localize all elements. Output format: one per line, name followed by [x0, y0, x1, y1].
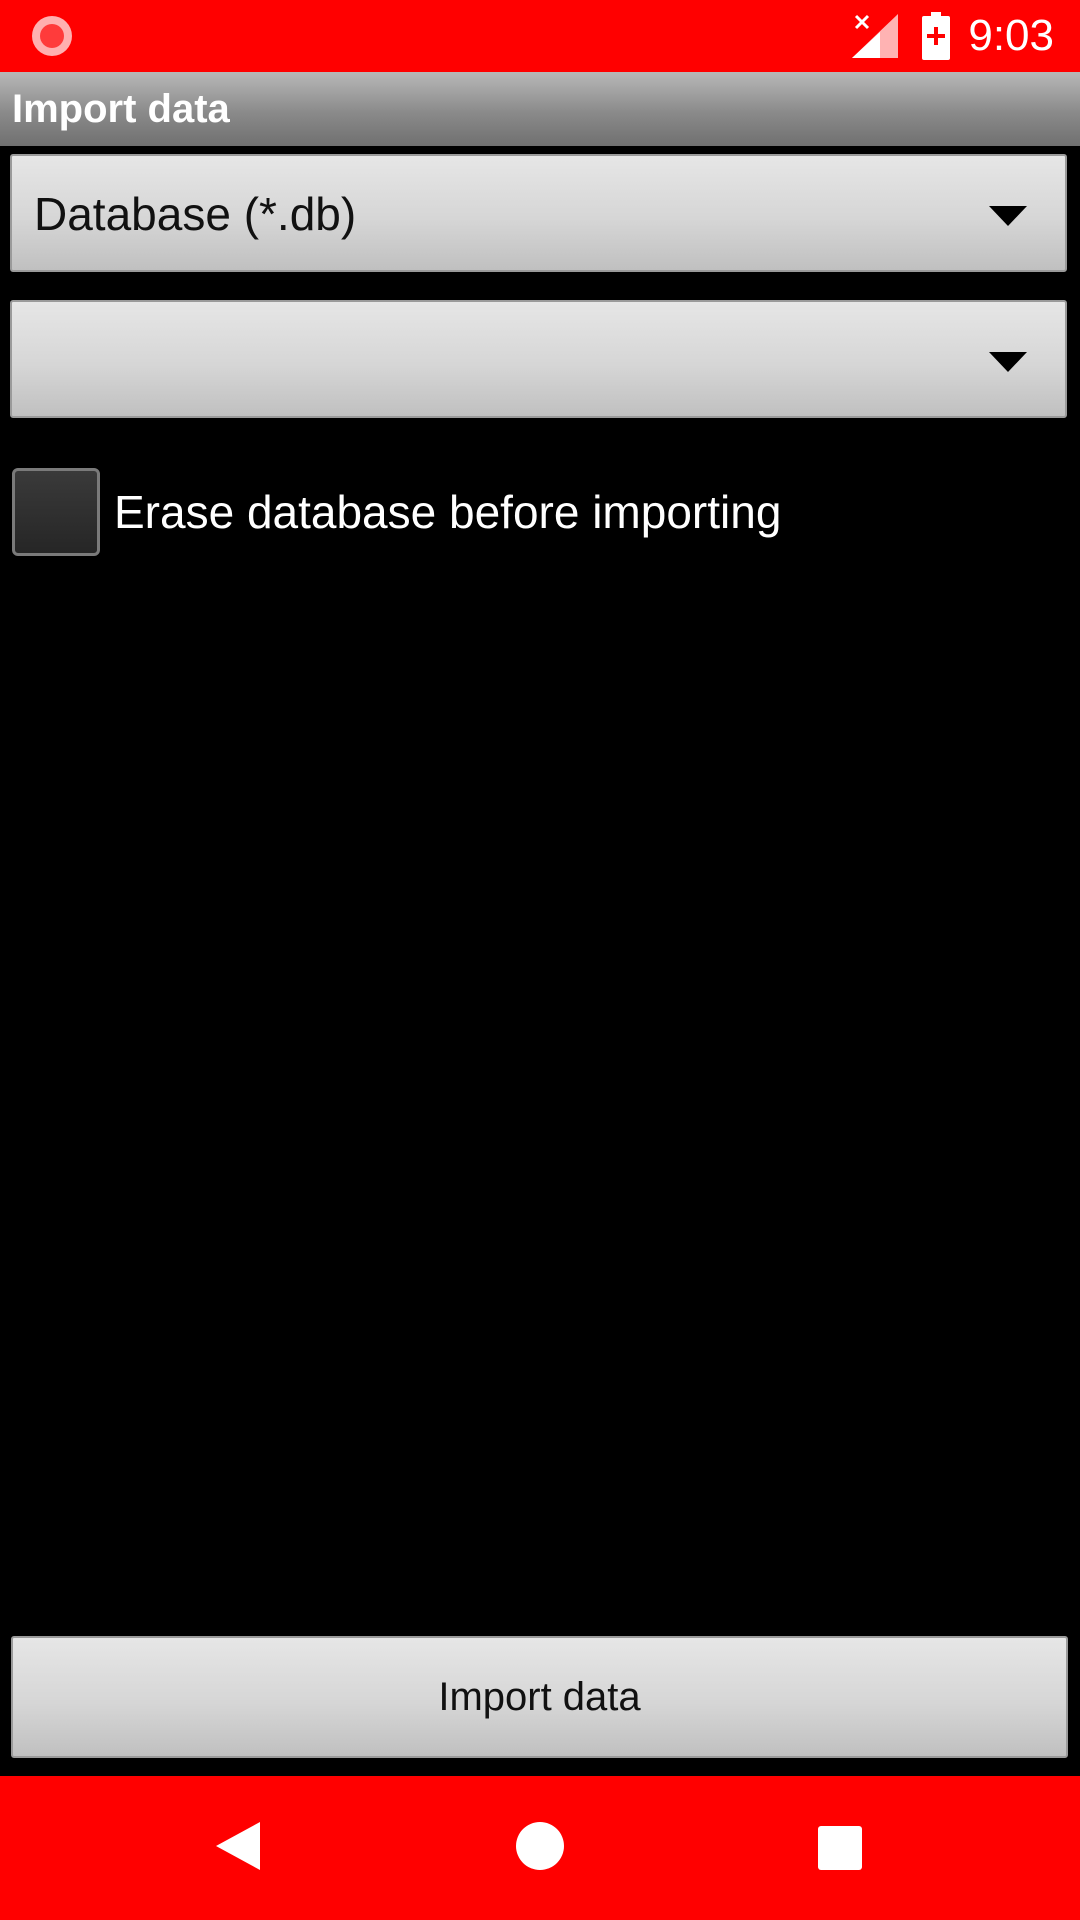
file-type-spinner-value: Database (*.db) [34, 188, 357, 240]
recents-icon[interactable] [818, 1826, 862, 1870]
file-type-spinner[interactable]: Database (*.db) [10, 154, 1067, 272]
import-data-button[interactable]: Import data [11, 1636, 1068, 1758]
back-icon[interactable] [216, 1822, 260, 1870]
page-title: Import data [12, 87, 230, 131]
erase-database-checkbox-label[interactable]: Erase database before importing [114, 486, 781, 538]
status-bar: 9:03 [0, 0, 1080, 72]
screen: 9:03 Import data Database (*.db) Erase d… [0, 0, 1080, 1920]
erase-database-checkbox-row[interactable]: Erase database before importing [12, 466, 912, 560]
dropdown-arrow-icon [989, 352, 1027, 372]
dropdown-arrow-icon [989, 206, 1027, 226]
erase-database-checkbox[interactable] [12, 468, 100, 556]
home-icon[interactable] [516, 1822, 564, 1870]
navigation-bar [0, 1776, 1080, 1920]
title-bar: Import data [0, 72, 1080, 146]
battery-charging-icon [922, 12, 950, 60]
status-clock: 9:03 [968, 11, 1054, 60]
signal-no-service-icon [852, 14, 898, 58]
screen-record-icon [32, 16, 72, 56]
file-spinner[interactable] [10, 300, 1067, 418]
